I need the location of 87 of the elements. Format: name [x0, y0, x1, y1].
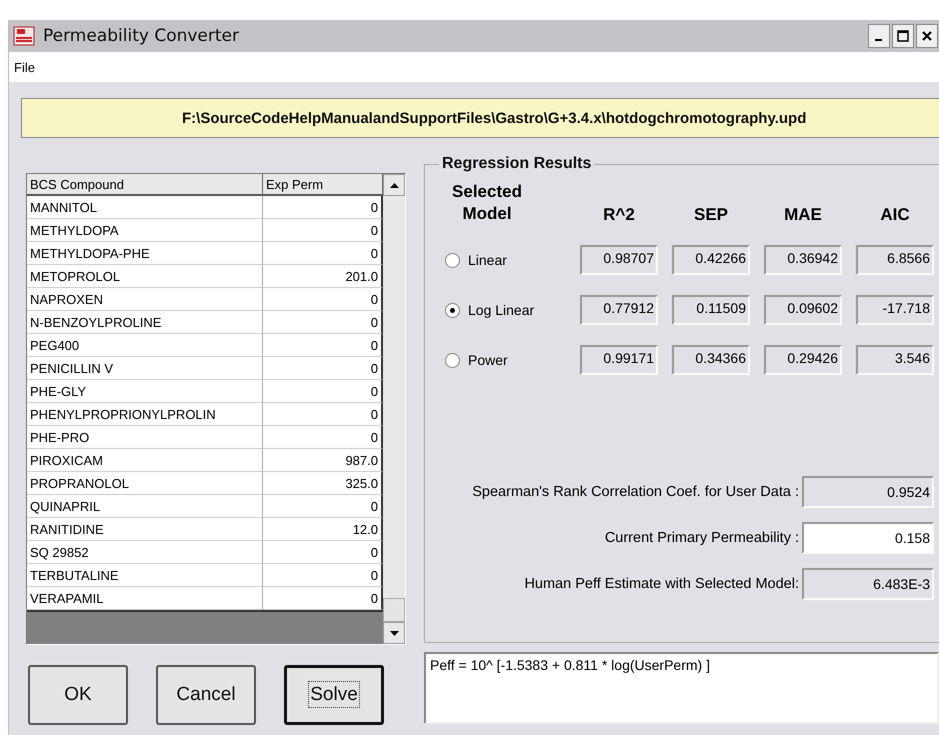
value-field: 0.77912: [580, 295, 658, 326]
minimize-button[interactable]: [868, 24, 890, 48]
scroll-down-button[interactable]: [383, 622, 405, 644]
table-cell: MANNITOL: [27, 196, 263, 219]
table-cell: 0: [263, 242, 383, 265]
maximize-icon[interactable]: [897, 30, 909, 42]
app-icon: [13, 25, 35, 47]
table-cell: 325.0: [263, 472, 383, 495]
close-icon[interactable]: [921, 30, 933, 42]
maximize-button[interactable]: [892, 24, 914, 48]
table-cell: PROPRANOLOL: [27, 472, 263, 495]
dialog-button[interactable]: Solve: [284, 665, 384, 725]
table-cell: 12.0: [263, 518, 383, 541]
model-radio[interactable]: Linear: [445, 245, 566, 276]
table-cell: PHE-PRO: [27, 426, 263, 449]
scrollbar[interactable]: [383, 174, 405, 644]
column-header: AIC: [879, 205, 911, 226]
table-cell: PHENYLPROPRIONYLPROLIN: [27, 403, 263, 426]
table-cell: 0: [263, 403, 383, 426]
table-cell: 0: [263, 564, 383, 587]
table-cell: 0: [263, 334, 383, 357]
table-cell: TERBUTALINE: [27, 564, 263, 587]
radio-icon[interactable]: [445, 302, 460, 318]
field-label: Human Peff Estimate with Selected Model:: [524, 576, 799, 592]
value-field: 6.483E-3: [802, 568, 934, 600]
radio-icon[interactable]: [445, 352, 460, 368]
table-cell: 0: [263, 311, 383, 334]
model-radio[interactable]: Log Linear: [445, 295, 566, 326]
up-arrow-icon[interactable]: [390, 182, 398, 188]
column-header: MAE: [783, 205, 823, 226]
down-arrow-icon[interactable]: [390, 630, 398, 636]
table-cell: RANITIDINE: [27, 518, 263, 541]
value-field: 0.99171: [580, 345, 658, 376]
table-cell: 987.0: [263, 449, 383, 472]
value-field: 3.546: [856, 345, 934, 376]
file-path: F:\SourceCodeHelpManualandSupportFiles\Gastro\G+3.4.x\hotdogchromotography.upd: [21, 98, 939, 138]
dialog-button[interactable]: OK: [28, 665, 128, 725]
value-field: -17.718: [856, 295, 934, 326]
table-cell: PHE-GLY: [27, 380, 263, 403]
value-field: 0.09602: [764, 295, 842, 326]
model-radio[interactable]: Power: [445, 345, 566, 376]
table-cell: 0: [263, 541, 383, 564]
column-header: SEP: [692, 205, 730, 226]
radio-icon[interactable]: [445, 252, 460, 268]
table-cell: 0: [263, 357, 383, 380]
value-field: 0.98707: [580, 245, 658, 276]
table-cell: 0: [263, 495, 383, 518]
scroll-up-button[interactable]: [383, 174, 405, 196]
table-cell: 201.0: [263, 265, 383, 288]
table-cell: 0: [263, 196, 383, 219]
table-cell: PEG400: [27, 334, 263, 357]
table-cell: NAPROXEN: [27, 288, 263, 311]
table-cell: METHYLDOPA: [27, 219, 263, 242]
value-field: 0.36942: [764, 245, 842, 276]
close-button[interactable]: [916, 24, 938, 48]
column-header: R^2: [602, 205, 636, 226]
menu-item[interactable]: File: [12, 58, 37, 76]
dialog-button[interactable]: Cancel: [156, 665, 256, 725]
table-cell: VERAPAMIL: [27, 587, 263, 610]
column-header: Selected Model: [451, 181, 523, 226]
group-title: Regression Results: [441, 155, 592, 173]
value-field: 6.8566: [856, 245, 934, 276]
table-cell: METHYLDOPA-PHE: [27, 242, 263, 265]
table-cell: N-BENZOYLPROLINE: [27, 311, 263, 334]
window-title: Permeability Converter: [43, 26, 239, 46]
table-cell: 0: [263, 219, 383, 242]
table-cell: 0: [263, 587, 383, 610]
table-cell: 0: [263, 288, 383, 311]
table-cell: 0: [263, 426, 383, 449]
table-cell: QUINAPRIL: [27, 495, 263, 518]
field-label: Current Primary Permeability :: [604, 530, 799, 546]
table-cell: 0: [263, 380, 383, 403]
column-header[interactable]: Exp Perm: [263, 174, 383, 196]
column-header[interactable]: BCS Compound: [27, 174, 263, 196]
value-field: 0.11509: [672, 295, 750, 326]
formula-text-area[interactable]: Peff = 10^ [-1.5383 + 0.811 * log(UserPerm) ]: [424, 652, 939, 724]
scroll-thumb[interactable]: [383, 598, 405, 622]
table-cell: PIROXICAM: [27, 449, 263, 472]
value-field: 0.29426: [764, 345, 842, 376]
value-field: 0.42266: [672, 245, 750, 276]
field-label: Spearman's Rank Correlation Coef. for User Data :: [472, 484, 799, 500]
table-cell: PENICILLIN V: [27, 357, 263, 380]
table-cell: SQ 29852: [27, 541, 263, 564]
table-cell: METOPROLOL: [27, 265, 263, 288]
value-field: 0.34366: [672, 345, 750, 376]
value-field: 0.9524: [802, 476, 934, 508]
input-field[interactable]: 0.158: [802, 522, 934, 554]
